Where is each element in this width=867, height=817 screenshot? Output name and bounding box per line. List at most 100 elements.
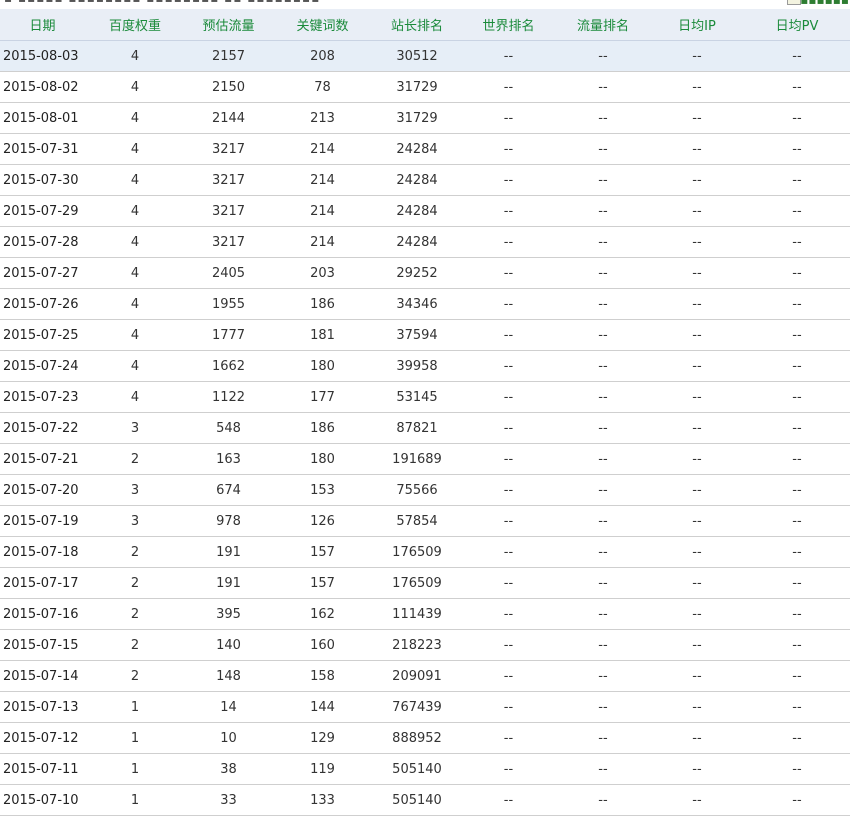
cell-webmaster-rank: 218223 [373,629,461,661]
cell-webmaster-rank: 53145 [373,381,461,413]
cell-traffic-rank: -- [556,226,650,258]
cell-webmaster-rank: 24284 [373,195,461,227]
header-daily-pv: 日均PV [744,9,850,41]
cell-webmaster-rank: 111439 [373,598,461,630]
table-row: 2015-07-26 4 1955 186 34346 -- -- -- -- [0,288,850,320]
table-row: 2015-07-16 2 395 162 111439 -- -- -- -- [0,598,850,630]
cell-daily-pv: -- [744,660,850,692]
cell-traffic-rank: -- [556,195,650,227]
cell-webmaster-rank: 31729 [373,71,461,103]
cell-keywords: 144 [272,691,373,723]
cell-keywords: 213 [272,102,373,134]
cell-date: 2015-07-13 [0,691,85,723]
cell-keywords: 157 [272,536,373,568]
table-row: 2015-07-14 2 148 158 209091 -- -- -- -- [0,660,850,692]
cell-baidu-weight: 3 [85,505,185,537]
cell-daily-pv: -- [744,505,850,537]
cell-world-rank: -- [461,629,556,661]
cell-daily-ip: -- [650,102,744,134]
cell-webmaster-rank: 191689 [373,443,461,475]
cell-baidu-weight: 1 [85,784,185,816]
table-row: 2015-07-30 4 3217 214 24284 -- -- -- -- [0,164,850,196]
cell-daily-pv: -- [744,722,850,754]
cell-baidu-weight: 4 [85,71,185,103]
cell-daily-pv: -- [744,598,850,630]
cell-world-rank: -- [461,102,556,134]
table-row: 2015-08-03 4 2157 208 30512 -- -- -- -- [0,40,850,72]
cell-daily-pv: -- [744,350,850,382]
cell-date: 2015-07-31 [0,133,85,165]
cell-est-traffic: 3217 [185,164,272,196]
cell-traffic-rank: -- [556,164,650,196]
cell-traffic-rank: -- [556,598,650,630]
table-row: 2015-07-11 1 38 119 505140 -- -- -- -- [0,753,850,785]
cell-traffic-rank: -- [556,629,650,661]
table-row: 2015-07-23 4 1122 177 53145 -- -- -- -- [0,381,850,413]
cell-daily-ip: -- [650,412,744,444]
cell-world-rank: -- [461,598,556,630]
cell-daily-ip: -- [650,164,744,196]
cell-keywords: 158 [272,660,373,692]
cell-world-rank: -- [461,350,556,382]
cell-daily-pv: -- [744,195,850,227]
cell-daily-pv: -- [744,474,850,506]
cell-daily-ip: -- [650,195,744,227]
cell-world-rank: -- [461,784,556,816]
table-row: 2015-07-24 4 1662 180 39958 -- -- -- -- [0,350,850,382]
table-row: 2015-07-25 4 1777 181 37594 -- -- -- -- [0,319,850,351]
cell-keywords: 78 [272,71,373,103]
cell-keywords: 181 [272,319,373,351]
cell-baidu-weight: 1 [85,722,185,754]
cell-baidu-weight: 2 [85,443,185,475]
cell-webmaster-rank: 75566 [373,474,461,506]
header-baidu-weight: 百度权重 [85,9,185,41]
cell-est-traffic: 395 [185,598,272,630]
cell-webmaster-rank: 24284 [373,164,461,196]
cell-keywords: 129 [272,722,373,754]
cell-date: 2015-07-29 [0,195,85,227]
cell-daily-ip: -- [650,567,744,599]
cell-keywords: 119 [272,753,373,785]
cell-est-traffic: 140 [185,629,272,661]
table-row: 2015-07-13 1 14 144 767439 -- -- -- -- [0,691,850,723]
table-row: 2015-08-02 4 2150 78 31729 -- -- -- -- [0,71,850,103]
cell-daily-ip: -- [650,133,744,165]
cell-est-traffic: 2157 [185,40,272,72]
header-est-traffic: 预估流量 [185,9,272,41]
cell-world-rank: -- [461,164,556,196]
table-row: 2015-07-21 2 163 180 191689 -- -- -- -- [0,443,850,475]
cell-date: 2015-07-21 [0,443,85,475]
cell-traffic-rank: -- [556,40,650,72]
cell-baidu-weight: 4 [85,381,185,413]
cell-webmaster-rank: 176509 [373,536,461,568]
export-icon[interactable] [787,0,801,5]
cell-daily-ip: -- [650,722,744,754]
cell-webmaster-rank: 176509 [373,567,461,599]
cell-daily-ip: -- [650,691,744,723]
cell-est-traffic: 38 [185,753,272,785]
cell-date: 2015-07-27 [0,257,85,289]
cell-est-traffic: 1777 [185,319,272,351]
table-row: 2015-07-12 1 10 129 888952 -- -- -- -- [0,722,850,754]
cell-keywords: 153 [272,474,373,506]
cell-est-traffic: 1122 [185,381,272,413]
cell-world-rank: -- [461,536,556,568]
table-row: 2015-07-28 4 3217 214 24284 -- -- -- -- [0,226,850,258]
cell-est-traffic: 2144 [185,102,272,134]
cell-daily-pv: -- [744,288,850,320]
cell-daily-pv: -- [744,71,850,103]
cell-daily-pv: -- [744,567,850,599]
cell-daily-ip: -- [650,474,744,506]
cell-daily-ip: -- [650,71,744,103]
cell-daily-ip: -- [650,753,744,785]
cell-daily-ip: -- [650,226,744,258]
top-bar-link[interactable]: ▪▪▪▪▪▪ [800,0,849,7]
cell-date: 2015-07-12 [0,722,85,754]
cell-webmaster-rank: 24284 [373,133,461,165]
cell-traffic-rank: -- [556,412,650,444]
cell-daily-ip: -- [650,443,744,475]
cell-world-rank: -- [461,660,556,692]
cell-est-traffic: 1662 [185,350,272,382]
cell-world-rank: -- [461,691,556,723]
cell-baidu-weight: 4 [85,40,185,72]
